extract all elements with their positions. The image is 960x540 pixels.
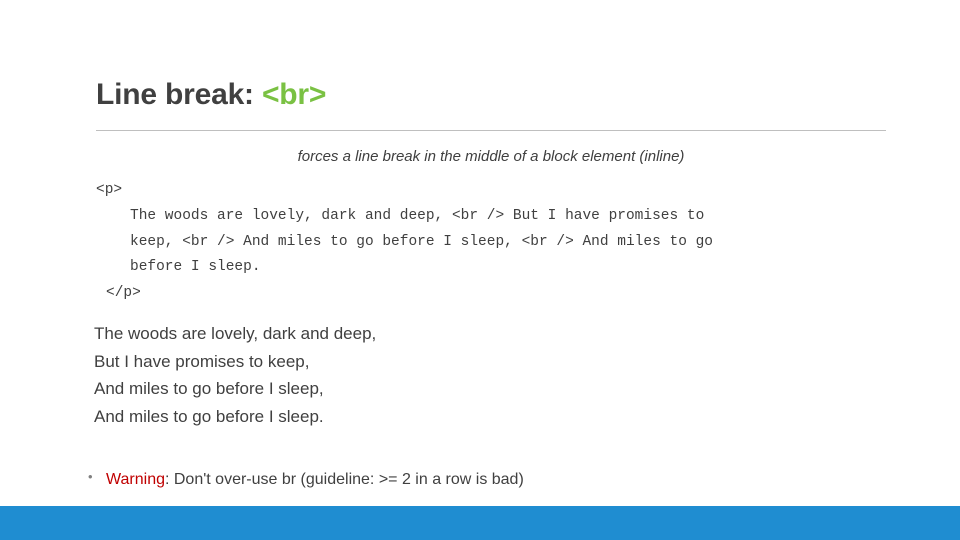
code-close-tag: </p>	[106, 285, 141, 302]
warning-bullet: • Warning: Don't over-use br (guideline:…	[88, 468, 878, 491]
bullet-icon: •	[88, 469, 93, 484]
title-line: Line break: <br>	[96, 78, 886, 113]
subtitle: forces a line break in the middle of a b…	[297, 148, 685, 165]
rendered-output: The woods are lovely, dark and deep, But…	[94, 320, 794, 430]
code-body-line-2: keep, <br /> And miles to go before I sl…	[130, 233, 713, 250]
title-divider	[96, 130, 886, 131]
code-open-tag: <p>	[96, 182, 123, 198]
title-prefix: Line break:	[96, 78, 262, 111]
bullet-text: Warning: Don't over-use br (guideline: >…	[106, 468, 524, 491]
poem-line: And miles to go before I sleep.	[94, 406, 324, 426]
poem-line: But I have promises to keep,	[94, 351, 310, 371]
code-body-line-1: The woods are lovely, dark and deep, <br…	[130, 207, 705, 224]
code-sample: <p> The woods are lovely, dark and deep,…	[96, 178, 896, 307]
poem-line: And miles to go before I sleep,	[94, 379, 324, 399]
footer-bar	[0, 506, 960, 540]
title-tag: <br>	[261, 78, 327, 111]
slide: Line break: <br> forces a line break in …	[0, 0, 960, 540]
warning-label: Warning	[106, 471, 165, 488]
warning-rest: : Don't over-use br (guideline: >= 2 in …	[164, 471, 524, 488]
page-title: Line break: <br>	[96, 78, 886, 113]
code-body-line-3: before I sleep.	[130, 259, 261, 276]
poem-line: The woods are lovely, dark and deep,	[94, 324, 377, 343]
